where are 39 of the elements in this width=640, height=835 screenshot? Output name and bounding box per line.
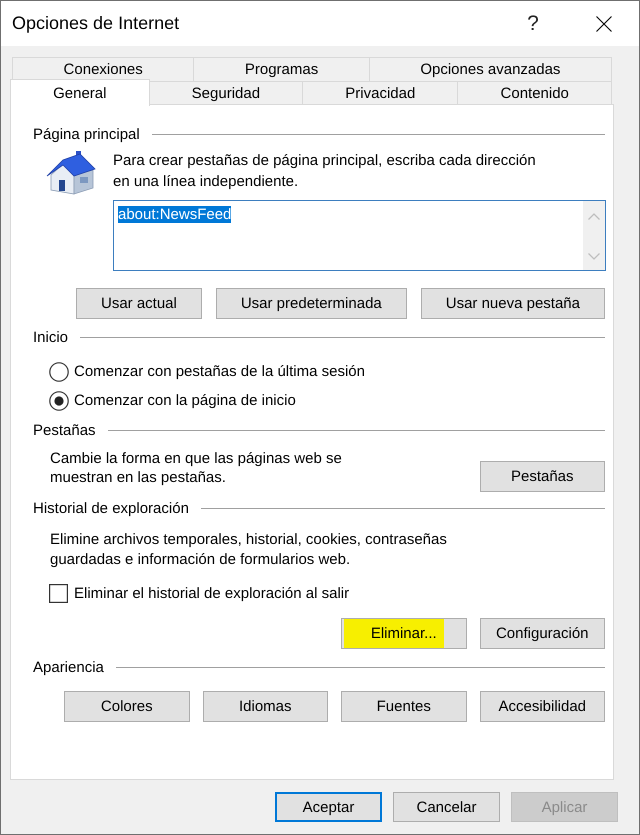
house-icon (46, 150, 96, 196)
option-label[interactable]: Comenzar con la página de inicio (74, 392, 296, 409)
radio-button[interactable] (49, 362, 69, 382)
checkbox-label[interactable]: Eliminar el historial de exploración al salir (74, 584, 350, 602)
close-icon (596, 16, 612, 32)
appearance-button[interactable]: Accesibilidad (480, 691, 605, 722)
window-title: Opciones de Internet (12, 13, 180, 34)
scrollbar[interactable] (583, 201, 605, 270)
description-text: Cambie la forma en que las páginas web se muestran en las pestañas. (50, 449, 343, 488)
radio-button[interactable] (49, 390, 69, 410)
section-title: Historial de exploración (33, 500, 189, 516)
tabs-button[interactable]: Pestañas (480, 461, 605, 492)
appearance-button[interactable]: Colores (64, 691, 190, 722)
home-page-button[interactable]: Usar nueva pestaña (420, 288, 605, 319)
appearance-button[interactable]: Idiomas (202, 691, 328, 722)
description-text: Para crear pestañas de página principal, escriba cada dirección en una línea independiente. (113, 151, 537, 192)
history-button[interactable]: Configuración (480, 618, 605, 649)
tab[interactable]: Contenido (457, 81, 612, 105)
option-label[interactable]: Comenzar con pestañas de la última sesión (74, 363, 365, 380)
appearance-button[interactable]: Fuentes (341, 691, 466, 722)
section-title: Inicio (33, 328, 68, 346)
home-page-button[interactable]: Usar predeterminada (216, 288, 407, 319)
dialog-button[interactable]: Cancelar (393, 792, 500, 822)
dialog-button[interactable]: Aceptar (275, 792, 382, 822)
tab[interactable]: General (10, 79, 150, 106)
help-button[interactable]: ? (510, 1, 556, 46)
chevron-down-icon (588, 253, 600, 260)
home-page-field[interactable]: about:NewsFeed (113, 200, 606, 271)
description-text: Elimine archivos temporales, historial, cookies, contraseñas guardadas e información de formularios web. (49, 530, 448, 570)
checkbox[interactable] (49, 584, 68, 602)
tab[interactable]: Conexiones (12, 57, 194, 81)
history-button[interactable]: Eliminar... (341, 618, 466, 649)
selected-text: about:NewsFeed (118, 206, 232, 223)
section-title: Pestañas (33, 422, 96, 438)
tab[interactable]: Opciones avanzadas (368, 57, 612, 81)
section-title: Página principal (33, 126, 140, 142)
chevron-up-icon (588, 213, 600, 220)
home-page-button[interactable]: Usar actual (76, 288, 202, 319)
section-title: Apariencia (33, 658, 104, 676)
